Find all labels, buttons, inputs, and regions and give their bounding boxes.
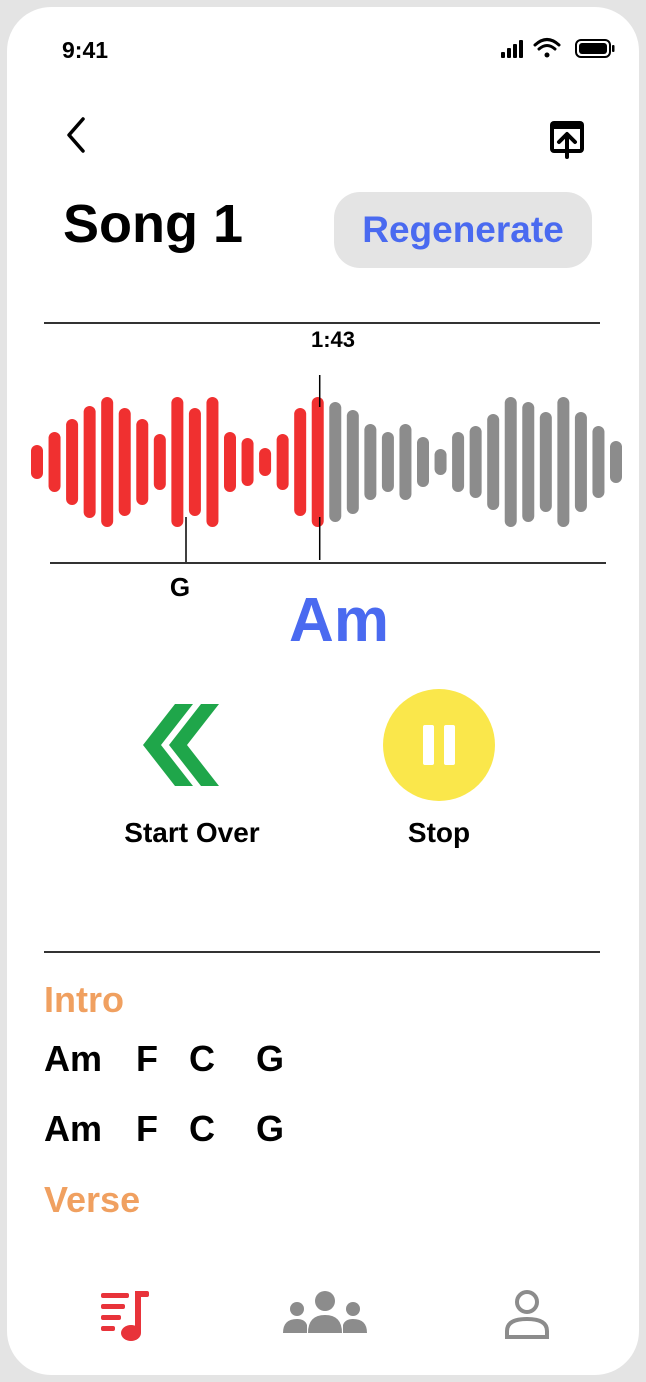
- signal-icon: [501, 40, 523, 58]
- waveform-bar: [83, 406, 96, 518]
- waveform-bar: [48, 432, 61, 492]
- section-label-verse: Verse: [44, 1179, 141, 1220]
- section-label-intro: Intro: [44, 979, 124, 1020]
- waveform-bar: [557, 397, 570, 527]
- chord-sheet-divider: [44, 951, 600, 953]
- chord[interactable]: G: [256, 1038, 284, 1080]
- waveform-bar: [452, 432, 465, 492]
- waveform-bar: [101, 397, 114, 527]
- waveform-bottom-divider: [50, 562, 606, 564]
- waveform-top-divider: [44, 322, 600, 324]
- chord[interactable]: F: [136, 1108, 158, 1150]
- status-icons: [501, 38, 615, 58]
- waveform-bar: [294, 408, 307, 516]
- waveform-bar: [224, 432, 236, 492]
- stop-button[interactable]: [383, 689, 495, 801]
- previous-chord-marker: G: [169, 572, 191, 602]
- waveform-bar: [311, 397, 324, 527]
- waveform-bar: [434, 449, 447, 475]
- chord[interactable]: Am: [44, 1108, 102, 1150]
- stop-label[interactable]: Stop: [379, 817, 499, 849]
- waveform-bar: [206, 397, 219, 527]
- waveform-bar: [276, 434, 289, 490]
- chord[interactable]: C: [189, 1108, 215, 1150]
- waveform-bar: [118, 408, 131, 516]
- song-title: Song 1: [63, 194, 244, 254]
- waveform-bar: [417, 437, 429, 487]
- group-icon[interactable]: [281, 1287, 369, 1343]
- regenerate-button[interactable]: Regenerate: [334, 192, 592, 268]
- chord[interactable]: Am: [44, 1038, 102, 1080]
- waveform-bar: [346, 410, 359, 514]
- waveform-bar: [539, 412, 552, 512]
- waveform-bar: [66, 419, 79, 505]
- pause-icon-right-bar: [444, 725, 455, 765]
- pause-icon-left-bar: [423, 725, 434, 765]
- waveform-bar: [469, 426, 482, 498]
- waveform-bar: [592, 426, 605, 498]
- start-over-icon[interactable]: [139, 704, 223, 786]
- waveform-bar: [329, 402, 342, 522]
- waveform-bar: [136, 419, 149, 505]
- audio-waveform[interactable]: [7, 367, 639, 567]
- share-export-icon[interactable]: [547, 117, 591, 163]
- waveform-bar: [399, 424, 412, 500]
- start-over-label[interactable]: Start Over: [97, 817, 287, 849]
- waveform-bar: [381, 432, 394, 492]
- wifi-icon: [533, 38, 561, 58]
- profile-icon[interactable]: [503, 1287, 551, 1343]
- playhead-time: 1:43: [311, 327, 356, 352]
- battery-icon: [575, 39, 615, 58]
- current-chord: Am: [289, 586, 389, 655]
- waveform-bar: [31, 445, 43, 479]
- waveform-bar: [610, 441, 622, 483]
- waveform-bar: [504, 397, 517, 527]
- waveform-bar: [364, 424, 377, 500]
- waveform-bar: [188, 408, 201, 516]
- waveform-bar: [574, 412, 587, 512]
- waveform-bar: [522, 402, 535, 522]
- song-chords-icon[interactable]: [99, 1287, 153, 1343]
- waveform-bar: [171, 397, 184, 527]
- waveform-bar: [153, 434, 166, 490]
- chord-row: Am F C G: [44, 1038, 344, 1082]
- phone-screen: 9:41 Song 1 Regenerate 1:43 G Am Start O…: [7, 7, 639, 1375]
- chord-row: Am F C G: [44, 1108, 344, 1152]
- chord[interactable]: F: [136, 1038, 158, 1080]
- chord[interactable]: G: [256, 1108, 284, 1150]
- waveform-bar: [241, 438, 254, 486]
- chord[interactable]: C: [189, 1038, 215, 1080]
- waveform-bar: [259, 448, 272, 476]
- waveform-bar: [487, 414, 500, 510]
- back-chevron-icon[interactable]: [59, 111, 93, 159]
- status-time: 9:41: [62, 37, 109, 63]
